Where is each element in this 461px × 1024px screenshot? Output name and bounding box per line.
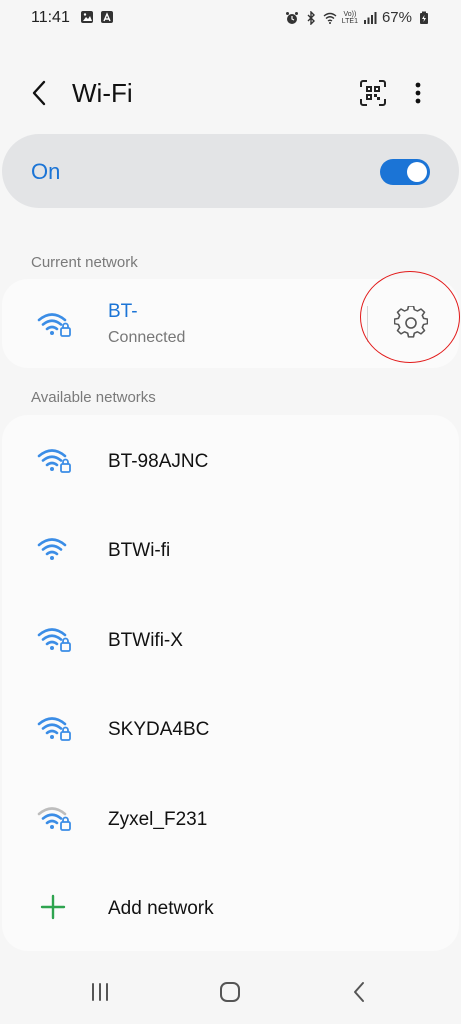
system-status-icons: Vo)) LTE1 67% xyxy=(285,9,431,26)
gear-icon[interactable] xyxy=(394,306,428,340)
available-networks-card: BT-98AJNC BTWi-fi BTWifi-X SKYDA4BC Zyxe… xyxy=(2,415,459,951)
toggle-knob xyxy=(407,162,427,182)
system-nav-bar xyxy=(0,955,461,1024)
network-name: BTWifi-X xyxy=(108,630,183,651)
qr-code-icon[interactable] xyxy=(358,78,388,108)
available-networks-header: Available networks xyxy=(31,389,156,406)
divider xyxy=(367,306,368,342)
app-bar: Wi-Fi xyxy=(0,55,461,133)
network-item[interactable]: BT-98AJNC xyxy=(2,415,459,505)
notification-icons xyxy=(80,10,114,24)
wifi-toggle-switch[interactable] xyxy=(380,159,430,185)
network-name: SKYDA4BC xyxy=(108,719,210,740)
network-name: BTWi-fi xyxy=(108,540,171,561)
wifi-state-label: On xyxy=(31,159,61,184)
recent-apps-icon[interactable] xyxy=(85,977,115,1007)
volte-top-label: Vo)) xyxy=(343,10,357,18)
home-icon[interactable] xyxy=(215,977,245,1007)
wifi-weak-locked-icon xyxy=(37,807,71,831)
battery-percent: 67% xyxy=(381,9,412,26)
current-network-card: BT- Connected xyxy=(2,279,459,368)
wifi-locked-icon xyxy=(37,628,71,652)
network-item[interactable]: BTWi-fi xyxy=(2,504,459,594)
bluetooth-icon xyxy=(307,10,315,25)
volte-bottom-label: LTE1 xyxy=(341,17,358,25)
cell-signal-icon xyxy=(363,11,377,24)
add-network-label: Add network xyxy=(108,898,214,919)
gallery-icon xyxy=(81,11,93,23)
wifi-status-icon xyxy=(323,12,337,24)
more-options-icon[interactable] xyxy=(408,78,428,108)
wifi-locked-icon xyxy=(37,313,71,337)
current-network-row[interactable]: BT- Connected xyxy=(2,279,459,368)
network-name: BT-98AJNC xyxy=(108,451,209,472)
plus-icon xyxy=(40,894,66,920)
back-nav-icon[interactable] xyxy=(345,977,375,1007)
add-network-row[interactable]: Add network xyxy=(2,862,459,952)
network-item[interactable]: Zyxel_F231 xyxy=(2,773,459,863)
wifi-locked-icon xyxy=(37,717,71,741)
current-network-status: Connected xyxy=(108,329,186,346)
battery-icon xyxy=(420,11,428,24)
wifi-icon xyxy=(37,538,67,560)
wifi-locked-icon xyxy=(37,449,71,473)
app-notification-icon xyxy=(101,11,113,23)
network-item[interactable]: SKYDA4BC xyxy=(2,683,459,773)
current-network-name: BT- xyxy=(108,301,138,322)
back-arrow-icon[interactable] xyxy=(28,79,52,107)
wifi-master-toggle-row[interactable]: On xyxy=(2,134,459,208)
current-network-header: Current network xyxy=(31,254,138,271)
page-title: Wi-Fi xyxy=(72,78,133,108)
network-item[interactable]: BTWifi-X xyxy=(2,594,459,684)
network-name: Zyxel_F231 xyxy=(108,809,208,830)
alarm-icon xyxy=(285,11,298,24)
status-time: 11:41 xyxy=(31,9,70,26)
volte-indicator: Vo)) LTE1 xyxy=(342,11,358,25)
status-bar: 11:41 Vo)) LTE1 67% xyxy=(0,0,461,40)
